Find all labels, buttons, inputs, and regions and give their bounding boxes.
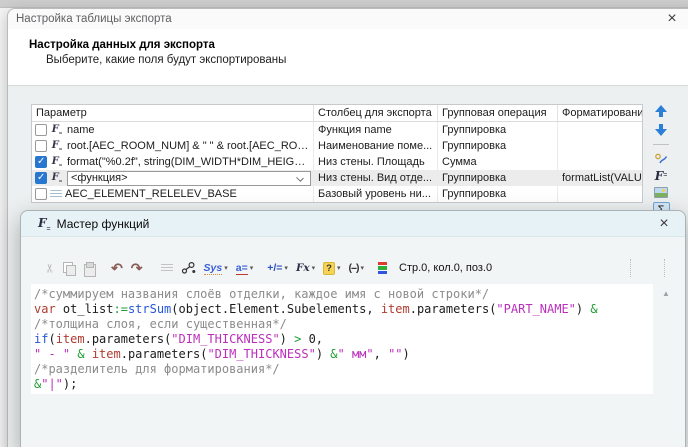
- toolbar-separator: [664, 259, 665, 277]
- code-line: &"|");: [34, 377, 653, 392]
- parameter-cell: root.[AEC_ROOM_NUM] & " " & root.[AEC_RO…: [67, 140, 313, 152]
- column-header-formatting[interactable]: Форматирование: [557, 105, 642, 121]
- row-checkbox[interactable]: [35, 156, 47, 168]
- help-menu[interactable]: ?▾: [323, 262, 340, 275]
- table-row[interactable]: F= root.[AEC_ROOM_NUM] & " " & root.[AEC…: [32, 138, 642, 154]
- brackets-menu[interactable]: (--)▾: [349, 262, 365, 274]
- move-down-icon[interactable]: [655, 124, 667, 136]
- parameter-icon: [50, 190, 62, 199]
- code-line: if(item.parameters("DIM_THICKNESS") > 0,: [34, 332, 653, 347]
- export-parameters-table: Параметр Столбец для экспорта Групповая …: [31, 104, 643, 203]
- dialog-titlebar: Настройка таблицы экспорта ×: [8, 9, 688, 29]
- code-line: /*толщина слоя, если существенная*/: [34, 317, 653, 332]
- close-icon[interactable]: ×: [653, 214, 675, 233]
- function-combobox[interactable]: <функция>: [67, 171, 311, 186]
- system-variables-menu[interactable]: Sys▾: [204, 262, 228, 275]
- column-header-group-operation[interactable]: Групповая операция: [437, 105, 557, 121]
- syntax-colors-icon[interactable]: [378, 262, 387, 274]
- function-icon: F=: [50, 155, 64, 169]
- code-line: " - " & item.parameters("DIM_THICKNESS")…: [34, 347, 653, 362]
- code-line: var ot_list:=strSum(object.Element.Subel…: [34, 302, 653, 317]
- code-line: /*разделитель для форматирования*/: [34, 362, 653, 377]
- formatting-cell: formatList(VALUE: [557, 170, 642, 186]
- formatting-cell: [557, 138, 642, 154]
- table-header-row: Параметр Столбец для экспорта Групповая …: [32, 105, 642, 122]
- table-row-selected[interactable]: F= <функция> Низ стены. Вид отде... Груп…: [32, 170, 642, 186]
- parameter-cell: AEC_ELEMENT_RELELEV_BASE: [65, 188, 237, 200]
- image-icon[interactable]: [654, 184, 668, 201]
- export-column-cell: Низ стены. Вид отде...: [313, 170, 437, 186]
- code-editor[interactable]: /*суммируем названия слоёв отделки, кажд…: [31, 284, 653, 394]
- close-icon[interactable]: ×: [661, 9, 683, 28]
- table-row[interactable]: F= name Функция name Группировка: [32, 122, 642, 138]
- export-column-cell: Функция name: [313, 122, 437, 138]
- object-model-icon[interactable]: [181, 260, 196, 276]
- chevron-down-icon[interactable]: [296, 174, 304, 182]
- function-wizard-icon: F=: [38, 214, 51, 233]
- function-icon: F=: [50, 123, 64, 137]
- wizard-toolbar: ✂ ↶ ↷ Sys▾ a=▾ +/=▾: [45, 257, 677, 279]
- scrollbar-up-icon[interactable]: ▲: [659, 287, 673, 299]
- operators-menu[interactable]: +/=▾: [267, 262, 288, 274]
- functions-menu[interactable]: Fx▾: [296, 262, 315, 274]
- export-column-cell: Базовый уровень ни...: [313, 186, 437, 202]
- wizard-titlebar: F= Мастер функций ×: [21, 211, 685, 237]
- cursor-position-status: Стр.0, кол.0, поз.0: [399, 262, 492, 274]
- group-operation-cell: Сумма: [437, 154, 557, 170]
- formatting-cell: [557, 186, 642, 202]
- export-column-cell: Низ стены. Площадь: [313, 154, 437, 170]
- row-checkbox[interactable]: [35, 124, 47, 136]
- background-window-strip: [0, 0, 688, 8]
- wizard-title: Мастер функций: [57, 217, 150, 231]
- list-icon[interactable]: [161, 264, 173, 273]
- group-operation-cell: Группировка: [437, 186, 557, 202]
- cut-icon[interactable]: ✂: [42, 263, 58, 273]
- edit-parameter-icon[interactable]: [654, 150, 669, 167]
- dialog-header: Настройка данных для экспорта Выберите, …: [8, 29, 688, 86]
- table-side-toolbar: F= Σ: [650, 104, 672, 218]
- function-icon: F=: [50, 171, 64, 185]
- copy-icon[interactable]: [63, 262, 75, 275]
- toolbar-separator: [630, 259, 631, 277]
- page-subtitle: Выберите, какие поля будут экспортирован…: [46, 54, 688, 66]
- function-wizard-icon[interactable]: F=: [655, 167, 668, 184]
- table-row[interactable]: AEC_ELEMENT_RELELEV_BASE Базовый уровень…: [32, 186, 642, 202]
- parameter-cell: name: [67, 124, 95, 136]
- group-operation-cell: Группировка: [437, 122, 557, 138]
- table-row[interactable]: F= format("%0.2f", string(DIM_WIDTH*DIM_…: [32, 154, 642, 170]
- redo-icon[interactable]: ↷: [131, 260, 143, 276]
- function-wizard-window: F= Мастер функций × ✂ ↶ ↷ Sys▾: [20, 210, 686, 447]
- dialog-title: Настройка таблицы экспорта: [16, 13, 172, 25]
- group-operation-cell: Группировка: [437, 138, 557, 154]
- page-title: Настройка данных для экспорта: [29, 39, 688, 51]
- combobox-value: <функция>: [71, 172, 128, 184]
- function-icon: F=: [50, 139, 64, 153]
- column-header-parameter[interactable]: Параметр: [32, 107, 313, 119]
- row-checkbox[interactable]: [35, 140, 47, 152]
- parameter-cell: format("%0.2f", string(DIM_WIDTH*DIM_HEI…: [67, 156, 313, 168]
- paste-icon[interactable]: [83, 262, 95, 275]
- move-up-icon[interactable]: [655, 105, 667, 117]
- undo-icon[interactable]: ↶: [111, 260, 123, 276]
- toolbar-divider: [653, 144, 669, 145]
- column-header-export-column[interactable]: Столбец для экспорта: [313, 105, 437, 121]
- export-column-cell: Наименование поме...: [313, 138, 437, 154]
- group-operation-cell: Группировка: [437, 170, 557, 186]
- screen: Настройка таблицы экспорта × Настройка д…: [0, 0, 688, 447]
- formatting-cell: [557, 154, 642, 170]
- row-checkbox[interactable]: [35, 188, 47, 200]
- formatting-cell: [557, 122, 642, 138]
- code-line: /*суммируем названия слоёв отделки, кажд…: [34, 287, 653, 302]
- attributes-menu[interactable]: a=▾: [236, 262, 254, 275]
- row-checkbox[interactable]: [35, 172, 47, 184]
